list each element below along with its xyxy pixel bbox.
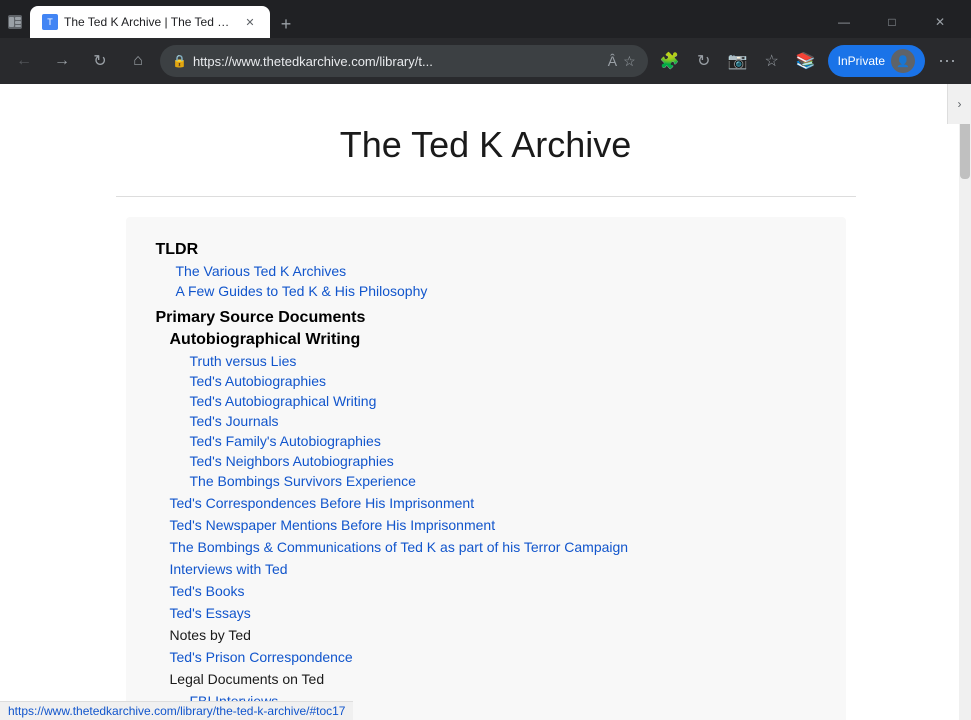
toc-legal: Legal Documents on Ted: [156, 671, 816, 689]
toc-primary-label: Primary Source Documents: [156, 309, 366, 326]
toc-link-journals[interactable]: Ted's Journals: [190, 413, 279, 429]
minimize-button[interactable]: —: [821, 6, 867, 38]
extensions-icon[interactable]: 🧩: [654, 45, 686, 77]
address-bar: ← → ↻ ⌂ 🔒 https://www.thetedkarchive.com…: [0, 38, 971, 84]
toc-link-autobio-writing[interactable]: Ted's Autobiographical Writing: [190, 393, 377, 409]
toc-sub-various: The Various Ted K Archives: [156, 263, 816, 281]
toc-link-essays[interactable]: Ted's Essays: [170, 605, 251, 621]
toc-autobio-label: Autobiographical Writing: [170, 331, 361, 348]
read-aloud-icon[interactable]: Â: [608, 53, 617, 69]
refresh-button[interactable]: ↻: [84, 45, 116, 77]
close-button[interactable]: ✕: [917, 6, 963, 38]
url-text: https://www.thetedkarchive.com/library/t…: [193, 54, 602, 69]
sidebar-toggle[interactable]: ›: [947, 84, 971, 124]
toc-link-various[interactable]: The Various Ted K Archives: [176, 263, 347, 279]
toc-bombings-comms: The Bombings & Communications of Ted K a…: [156, 539, 816, 557]
toc-essays: Ted's Essays: [156, 605, 816, 623]
page-title: The Ted K Archive: [116, 124, 856, 166]
back-button[interactable]: ←: [8, 45, 40, 77]
toc-link-bombings-survivors[interactable]: The Bombings Survivors Experience: [190, 473, 416, 489]
toolbar-icons: 🧩 ↻ 📷 ☆ 📚: [654, 45, 822, 77]
toc-link-prison-corr[interactable]: Ted's Prison Correspondence: [170, 649, 353, 665]
toc-journals: Ted's Journals: [156, 413, 816, 431]
toc-item-tldr: TLDR: [156, 241, 816, 259]
tab-title: The Ted K Archive | The Ted K Ar...: [64, 15, 236, 29]
profile-avatar: 👤: [891, 49, 915, 73]
toc-link-neighbors[interactable]: Ted's Neighbors Autobiographies: [190, 453, 394, 469]
refresh-icon[interactable]: ↻: [688, 45, 720, 77]
toc-autobio-section: Autobiographical Writing: [156, 331, 816, 349]
toc-link-guides[interactable]: A Few Guides to Ted K & His Philosophy: [176, 283, 428, 299]
toc-primary-section: Primary Source Documents: [156, 309, 816, 327]
sidebar-toggle-btn[interactable]: [8, 15, 22, 29]
toc-sub-guides: A Few Guides to Ted K & His Philosophy: [156, 283, 816, 301]
home-button[interactable]: ⌂: [122, 45, 154, 77]
toc-family-autobios: Ted's Family's Autobiographies: [156, 433, 816, 451]
toc-link-bombings-comms[interactable]: The Bombings & Communications of Ted K a…: [170, 539, 629, 555]
tab-favicon: T: [42, 14, 58, 30]
page-content: The Ted K Archive TLDR The Various Ted K…: [0, 84, 971, 720]
toc-notes: Notes by Ted: [156, 627, 816, 645]
toc-autobio-writing: Ted's Autobiographical Writing: [156, 393, 816, 411]
active-tab[interactable]: T The Ted K Archive | The Ted K Ar... ✕: [30, 6, 270, 38]
toc-link-newspaper[interactable]: Ted's Newspaper Mentions Before His Impr…: [170, 517, 496, 533]
toc-link-correspondences[interactable]: Ted's Correspondences Before His Impriso…: [170, 495, 475, 511]
toc-link-books[interactable]: Ted's Books: [170, 583, 245, 599]
toc-link-autobios[interactable]: Ted's Autobiographies: [190, 373, 327, 389]
toc-newspaper: Ted's Newspaper Mentions Before His Impr…: [156, 517, 816, 535]
scrollbar[interactable]: [959, 84, 971, 720]
more-options-button[interactable]: ⋯: [931, 45, 963, 77]
toc-link-interviews[interactable]: Interviews with Ted: [170, 561, 288, 577]
lock-icon: 🔒: [172, 54, 187, 68]
profile-button[interactable]: InPrivate 👤: [828, 45, 925, 77]
toc-interviews: Interviews with Ted: [156, 561, 816, 579]
toc-notes-label: Notes by Ted: [170, 627, 251, 643]
toc-legal-label: Legal Documents on Ted: [170, 671, 325, 687]
toc-bombings-survivors: The Bombings Survivors Experience: [156, 473, 816, 491]
forward-button[interactable]: →: [46, 45, 78, 77]
toc-link-family-autobios[interactable]: Ted's Family's Autobiographies: [190, 433, 381, 449]
new-tab-button[interactable]: +: [272, 10, 300, 38]
toc-books: Ted's Books: [156, 583, 816, 601]
profile-label: InPrivate: [838, 54, 885, 68]
toc-truth: Truth versus Lies: [156, 353, 816, 371]
favorites-icon[interactable]: ☆: [623, 53, 636, 70]
divider: [116, 196, 856, 197]
status-bar: https://www.thetedkarchive.com/library/t…: [0, 701, 353, 720]
toc-prison-corr: Ted's Prison Correspondence: [156, 649, 816, 667]
maximize-button[interactable]: □: [869, 6, 915, 38]
favorites-toolbar-icon[interactable]: ☆: [756, 45, 788, 77]
toc-correspondences: Ted's Correspondences Before His Impriso…: [156, 495, 816, 513]
collections-icon[interactable]: 📚: [790, 45, 822, 77]
url-bar[interactable]: 🔒 https://www.thetedkarchive.com/library…: [160, 45, 648, 77]
toc-tldr-label: TLDR: [156, 241, 199, 258]
tab-close-button[interactable]: ✕: [242, 14, 258, 30]
window-controls: — □ ✕: [821, 6, 963, 38]
toc-link-truth[interactable]: Truth versus Lies: [190, 353, 297, 369]
tab-bar: T The Ted K Archive | The Ted K Ar... ✕ …: [30, 6, 817, 38]
toc-neighbors: Ted's Neighbors Autobiographies: [156, 453, 816, 471]
screenshot-icon[interactable]: 📷: [722, 45, 754, 77]
toc-container: TLDR The Various Ted K Archives A Few Gu…: [126, 217, 846, 720]
status-url: https://www.thetedkarchive.com/library/t…: [8, 704, 345, 718]
toc-autobios: Ted's Autobiographies: [156, 373, 816, 391]
page-inner: The Ted K Archive TLDR The Various Ted K…: [96, 84, 876, 720]
view-toggle[interactable]: [8, 15, 22, 29]
